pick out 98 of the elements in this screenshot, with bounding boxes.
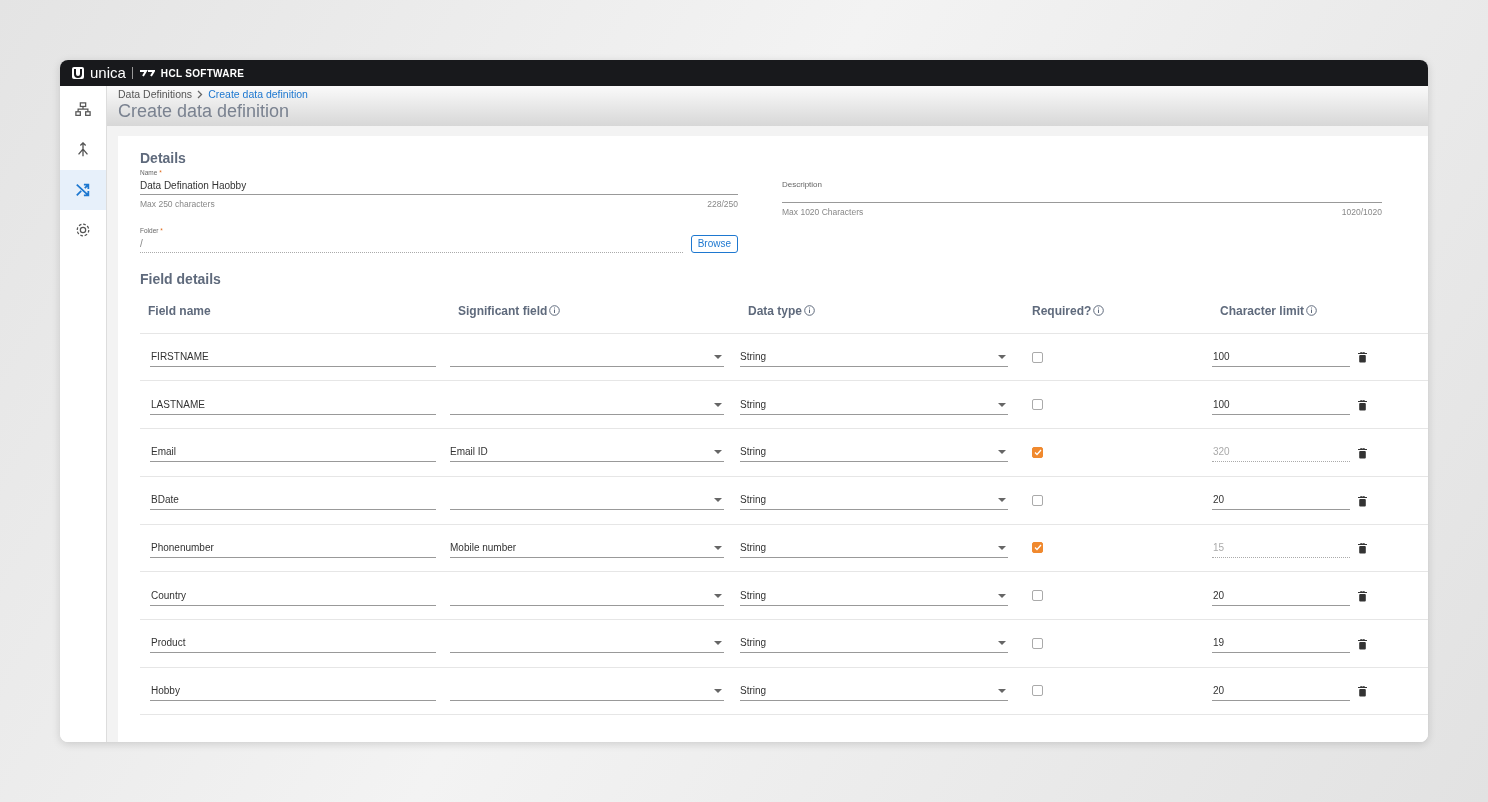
breadcrumb-link[interactable]: Data Definitions: [118, 88, 193, 100]
character-counter: 228/250: [707, 198, 738, 211]
dropdown-value: String: [740, 588, 767, 603]
dropdown-caret-icon: [714, 355, 722, 360]
field-name-input[interactable]: Country: [150, 585, 436, 606]
field-name-input[interactable]: Email: [150, 442, 436, 463]
trash-icon[interactable]: [1358, 495, 1367, 507]
data-type-dropdown[interactable]: String: [740, 585, 1008, 606]
dropdown-caret-icon: [714, 498, 722, 503]
dropdown-caret-icon: [714, 688, 722, 693]
character-limit-input[interactable]: 20: [1212, 680, 1350, 701]
dropdown-value: Email ID: [450, 445, 488, 460]
character-limit-input[interactable]: 100: [1212, 394, 1350, 415]
field-name-input[interactable]: Hobby: [150, 680, 436, 701]
column-header: Significant field: [458, 304, 548, 319]
significant-field-dropdown[interactable]: Email ID: [450, 442, 724, 463]
logo-icon: [138, 68, 155, 78]
field-name-input[interactable]: Phonenumber: [150, 537, 436, 558]
required-checkbox[interactable]: [1032, 685, 1043, 697]
dropdown-value: String: [740, 350, 767, 365]
data-type-dropdown[interactable]: String: [740, 680, 1008, 701]
trash-icon[interactable]: [1358, 686, 1367, 698]
character-counter: 1020/1020: [1341, 206, 1382, 219]
dropdown-value: String: [740, 540, 767, 555]
column-header: Required?: [1032, 304, 1092, 319]
dropdown-caret-icon: [998, 545, 1006, 550]
breadcrumb-link[interactable]: Create data definition: [208, 88, 308, 100]
dropdown-caret-icon: [998, 688, 1006, 693]
data-type-dropdown[interactable]: String: [740, 442, 1008, 463]
dropdown-caret-icon: [714, 641, 722, 646]
dropdown-caret-icon: [998, 593, 1006, 598]
dropdown-value: String: [740, 445, 767, 460]
trash-icon[interactable]: [1358, 447, 1367, 459]
column-header: Data type: [748, 304, 803, 319]
product-name: unica: [90, 62, 126, 83]
shuffle-icon: [75, 182, 91, 198]
required-checkbox[interactable]: [1032, 399, 1043, 411]
trash-icon[interactable]: [1358, 590, 1367, 602]
data-type-dropdown[interactable]: String: [740, 633, 1008, 654]
required-checkbox[interactable]: [1032, 590, 1043, 602]
data-type-dropdown[interactable]: String: [740, 490, 1008, 511]
significant-field-dropdown[interactable]: Mobile number: [450, 537, 724, 558]
required-checkbox[interactable]: [1032, 494, 1043, 506]
sitemap-icon: [75, 102, 91, 118]
info-icon[interactable]: [549, 305, 561, 317]
dropdown-caret-icon: [998, 355, 1006, 360]
dropdown-caret-icon: [998, 498, 1006, 503]
data-type-dropdown[interactable]: String: [740, 347, 1008, 368]
dropdown-caret-icon: [998, 641, 1006, 646]
field-name-input[interactable]: LASTNAME: [150, 394, 436, 415]
company-name: HCL SOFTWARE: [160, 66, 245, 81]
info-icon[interactable]: [1306, 305, 1318, 317]
field-label: Description: [782, 179, 823, 191]
required-checkbox[interactable]: [1032, 446, 1043, 458]
dropdown-caret-icon: [714, 545, 722, 550]
field-name-input[interactable]: Product: [150, 633, 436, 654]
browse-button[interactable]: Browse: [690, 234, 738, 253]
data-type-dropdown[interactable]: String: [740, 537, 1008, 558]
page-title: Create data definition: [118, 100, 291, 122]
settings-icon: [75, 222, 91, 238]
logo-icon: [72, 67, 84, 79]
helper-text: Max 1020 Characters: [782, 206, 864, 219]
folder-field[interactable]: /: [140, 234, 683, 253]
required-checkbox[interactable]: [1032, 637, 1043, 649]
name-field[interactable]: Data Defination Haobby: [140, 177, 738, 195]
trash-icon[interactable]: [1358, 543, 1367, 555]
dropdown-value: Mobile number: [450, 540, 517, 555]
character-limit-input[interactable]: 100: [1212, 347, 1350, 368]
column-header: Field name: [148, 304, 211, 319]
helper-text: Max 250 characters: [140, 198, 215, 211]
merge-arrow-icon: [75, 142, 91, 158]
character-limit-input[interactable]: 20: [1212, 490, 1350, 511]
section-title: Details: [140, 149, 187, 168]
column-header: Character limit: [1220, 304, 1305, 319]
section-title: Field details: [140, 269, 222, 289]
dropdown-caret-icon: [998, 402, 1006, 407]
data-type-dropdown[interactable]: String: [740, 394, 1008, 415]
dropdown-value: String: [740, 493, 767, 508]
field-name-input[interactable]: FIRSTNAME: [150, 347, 436, 368]
field-name-input[interactable]: BDate: [150, 490, 436, 511]
dropdown-caret-icon: [714, 593, 722, 598]
dropdown-value: String: [740, 636, 767, 651]
info-icon[interactable]: [1093, 305, 1105, 317]
info-icon[interactable]: [804, 305, 816, 317]
required-checkbox[interactable]: [1032, 351, 1043, 363]
character-limit-input[interactable]: 20: [1212, 585, 1350, 606]
trash-icon[interactable]: [1358, 352, 1367, 364]
dropdown-value: String: [740, 683, 767, 698]
chevron-icon: [197, 89, 204, 99]
character-limit-input[interactable]: 19: [1212, 633, 1350, 654]
sidebar-item[interactable]: [60, 170, 106, 210]
dropdown-caret-icon: [714, 450, 722, 455]
dropdown-caret-icon: [714, 402, 722, 407]
trash-icon[interactable]: [1358, 400, 1367, 412]
trash-icon[interactable]: [1358, 638, 1367, 650]
required-checkbox[interactable]: [1032, 542, 1043, 554]
dropdown-value: String: [740, 397, 767, 412]
dropdown-caret-icon: [998, 450, 1006, 455]
